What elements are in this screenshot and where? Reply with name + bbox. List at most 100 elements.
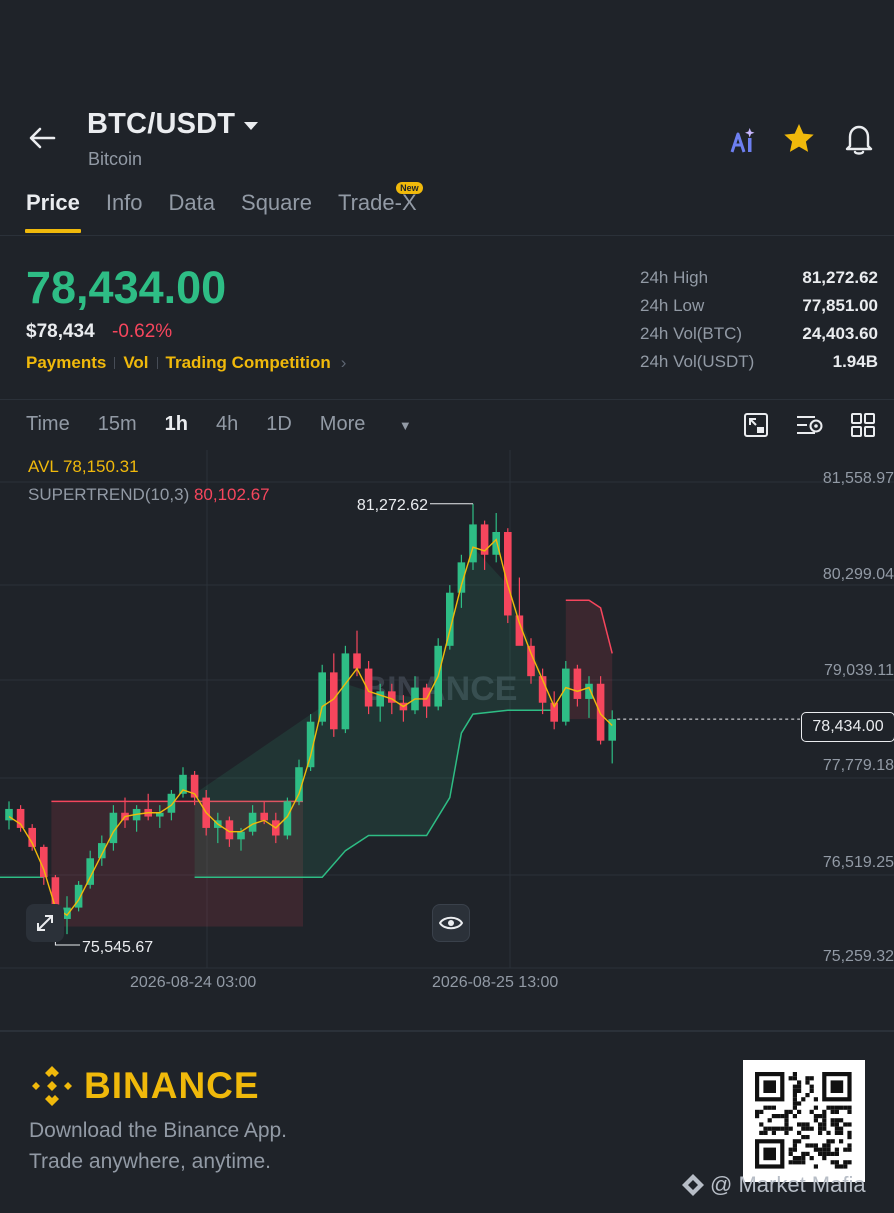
qr-module	[792, 1088, 797, 1093]
interval-time[interactable]: Time	[26, 413, 70, 436]
link-trading-competition[interactable]: Trading Competition	[166, 353, 331, 373]
qr-module	[788, 1076, 793, 1081]
avl-indicator-label: AVL 78,150.31	[28, 457, 139, 476]
qr-module	[809, 1156, 814, 1161]
interval-15m[interactable]: 15m	[98, 413, 137, 436]
main-tabs: Price Info Data Square Trade-X New	[25, 182, 443, 233]
binance-brand: BINANCE	[28, 1062, 260, 1110]
qr-module	[767, 1118, 772, 1123]
qr-module	[843, 1164, 848, 1169]
chart-settings-icon[interactable]	[742, 411, 770, 439]
qr-module	[822, 1114, 827, 1119]
qr-module	[826, 1130, 831, 1135]
stat-value: 77,851.00	[802, 296, 878, 315]
link-payments[interactable]: Payments	[26, 353, 106, 373]
candle-body	[167, 793, 176, 813]
qr-module	[788, 1151, 793, 1156]
qr-module	[826, 1143, 831, 1148]
visibility-toggle-button[interactable]	[432, 904, 470, 942]
qr-module	[813, 1105, 818, 1110]
qr-module	[830, 1118, 835, 1123]
qr-module	[826, 1139, 831, 1144]
candle-body	[248, 812, 257, 832]
qr-finder	[763, 1080, 776, 1093]
qr-module	[780, 1114, 785, 1119]
y-tick: 80,299.04	[822, 566, 894, 583]
tab-price[interactable]: Price	[25, 190, 81, 233]
qr-module	[847, 1105, 852, 1110]
diamond-icon	[682, 1174, 704, 1196]
qr-module	[788, 1160, 793, 1165]
qr-module	[771, 1114, 776, 1119]
qr-module	[847, 1122, 852, 1127]
back-arrow-icon[interactable]	[24, 120, 60, 156]
tabs-divider	[0, 235, 894, 236]
qr-module	[805, 1076, 810, 1081]
qr-module	[755, 1114, 760, 1119]
supertrend-indicator: SUPERTREND(10,3) 80,102.67	[28, 485, 270, 505]
qr-module	[818, 1151, 823, 1156]
supertrend-support-band	[194, 547, 555, 878]
qr-module	[792, 1101, 797, 1106]
qr-module	[792, 1105, 797, 1110]
candle-body	[318, 672, 326, 722]
ai-icon[interactable]	[728, 124, 760, 156]
qr-module	[797, 1101, 802, 1106]
qr-module	[847, 1147, 852, 1152]
qr-module	[843, 1147, 848, 1152]
stat-label: 24h Vol(USDT)	[640, 352, 755, 371]
qr-module	[847, 1135, 852, 1140]
qr-module	[759, 1109, 764, 1114]
qr-module	[788, 1109, 793, 1114]
candle-body	[260, 812, 268, 821]
qr-module	[822, 1109, 827, 1114]
qr-module	[805, 1122, 810, 1127]
interval-1h[interactable]: 1h	[165, 413, 188, 436]
qr-module	[797, 1160, 802, 1165]
indicator-settings-icon[interactable]	[795, 411, 825, 439]
interval-1d[interactable]: 1D	[266, 413, 292, 436]
qr-module	[847, 1143, 852, 1148]
qr-code[interactable]	[743, 1060, 865, 1182]
stat-value: 1.94B	[832, 352, 878, 371]
tab-square[interactable]: Square	[241, 190, 312, 216]
qr-module	[792, 1156, 797, 1161]
x-tick: 2026-08-24 03:00	[130, 974, 257, 991]
qr-module	[809, 1084, 814, 1089]
pair-title[interactable]: BTC/USDT	[87, 108, 235, 141]
qr-module	[822, 1143, 827, 1148]
qr-module	[818, 1126, 823, 1131]
tab-trade-x[interactable]: Trade-X New	[338, 182, 423, 216]
candle-body	[596, 683, 605, 741]
qr-module	[834, 1122, 839, 1127]
eye-icon	[439, 916, 463, 930]
qr-module	[822, 1147, 827, 1152]
qr-module	[805, 1080, 810, 1085]
tab-data[interactable]: Data	[169, 190, 215, 216]
interval-4h[interactable]: 4h	[216, 413, 238, 436]
qr-module	[822, 1122, 827, 1127]
fullscreen-button[interactable]	[26, 904, 64, 942]
last-price: 78,434.00	[26, 262, 227, 313]
chevron-right-icon[interactable]: ›	[341, 353, 347, 373]
qr-module	[834, 1109, 839, 1114]
link-vol[interactable]: Vol	[123, 353, 148, 373]
qr-module	[818, 1147, 823, 1152]
interval-bar: Time 15m 1h 4h 1D More ▼	[26, 413, 468, 436]
qr-module	[801, 1135, 806, 1140]
candle-body	[341, 653, 350, 730]
qr-module	[763, 1105, 768, 1110]
caret-down-icon[interactable]	[243, 121, 259, 131]
bell-icon[interactable]	[843, 122, 875, 156]
interval-more[interactable]: More ▼	[320, 413, 440, 436]
candle-body	[353, 653, 361, 669]
star-icon[interactable]	[782, 122, 816, 156]
qr-module	[813, 1118, 818, 1123]
qr-module	[759, 1130, 764, 1135]
qr-module	[755, 1109, 760, 1114]
qr-module	[801, 1122, 806, 1127]
tab-info[interactable]: Info	[106, 190, 143, 216]
qr-module	[792, 1072, 797, 1077]
layout-grid-icon[interactable]	[850, 411, 876, 439]
qr-module	[847, 1160, 852, 1165]
